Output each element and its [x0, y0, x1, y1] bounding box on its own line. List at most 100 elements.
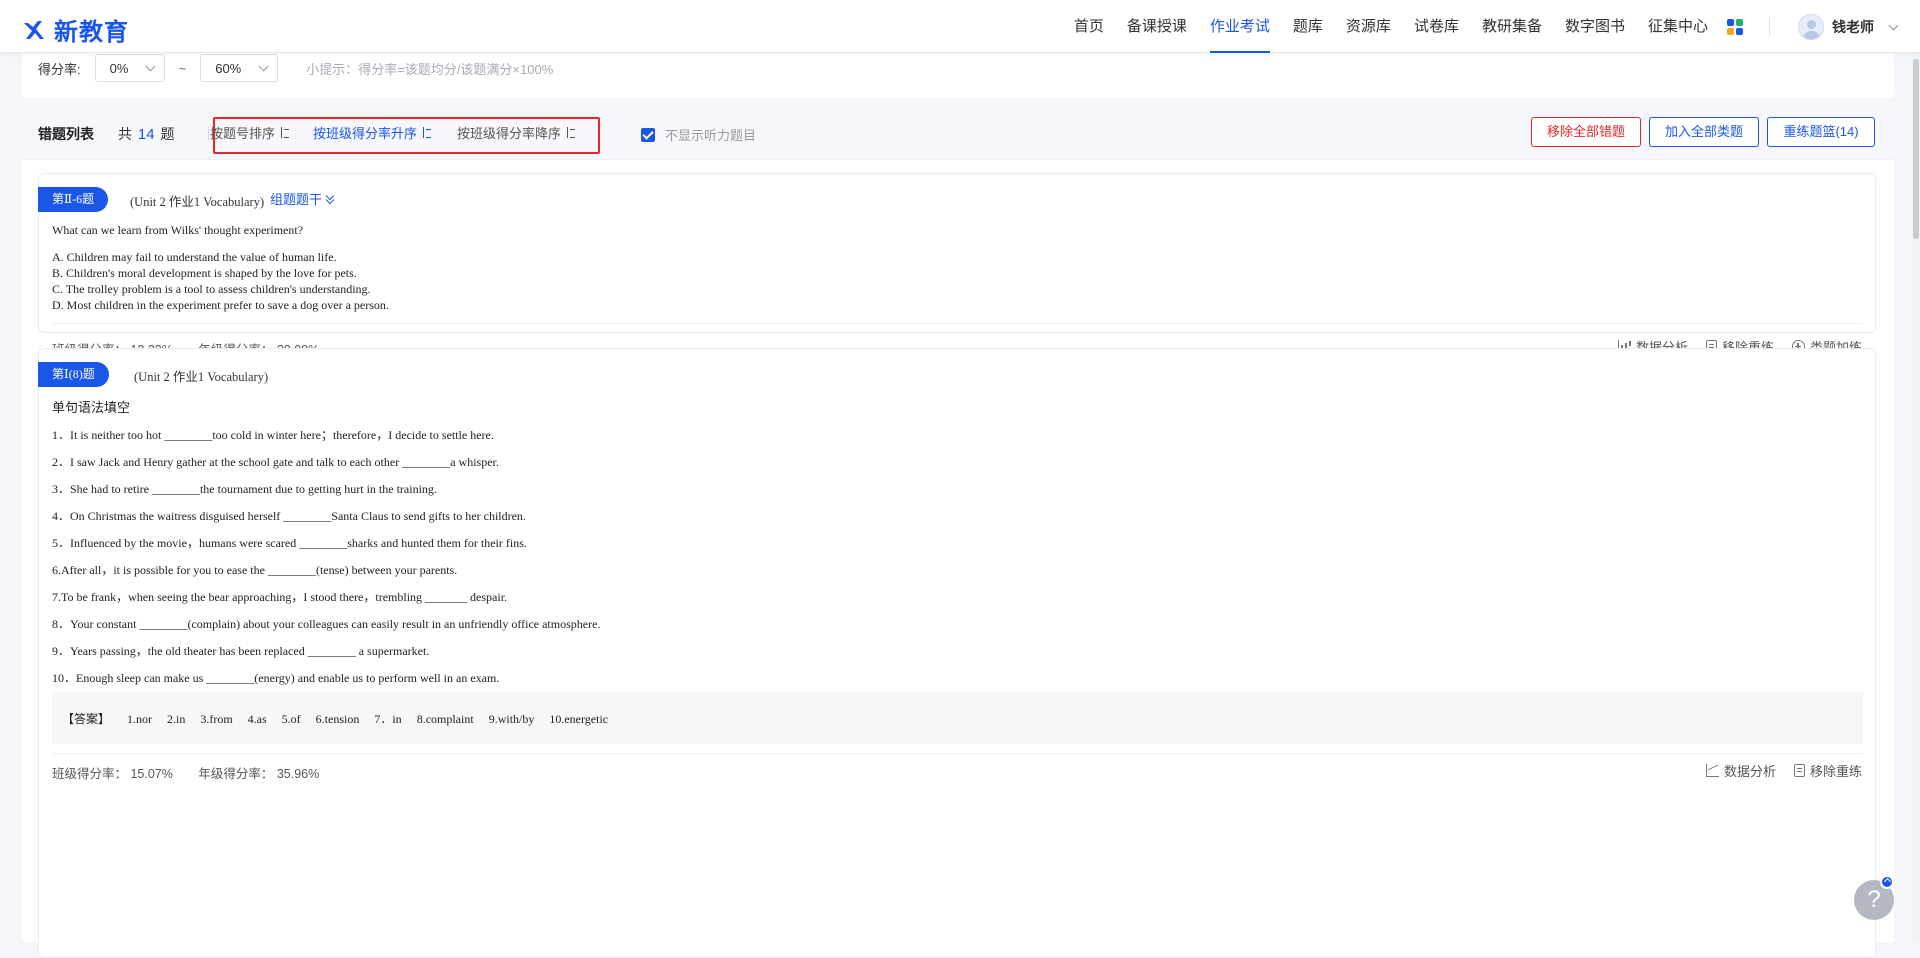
score-rate-from-value: 0% — [109, 60, 129, 76]
sort-icon — [566, 127, 576, 138]
score-rate-label: 得分率: — [38, 61, 81, 77]
score-rates: 班级得分率： 15.07% 年级得分率： 35.96% — [52, 763, 319, 782]
remove-retrain-label: 移除重练 — [1809, 764, 1862, 779]
wrong-question-list: 错题列表 共 14 题 按题号排序 按班级得分率升序 按班级得分率降序 不显示听… — [22, 108, 1894, 958]
trend-chart-icon — [1705, 764, 1719, 777]
user-name: 钱老师 — [1832, 19, 1874, 35]
nav-item-research[interactable]: 教研集备 — [1482, 0, 1542, 53]
hide-listening-toggle[interactable]: 不显示听力题目 — [641, 125, 756, 144]
score-rate-to-value: 60% — [215, 60, 242, 76]
apps-grid-icon[interactable] — [1727, 19, 1743, 35]
remove-retrain-button[interactable]: 移除重练 — [1793, 761, 1862, 780]
answer-item: 10.energetic — [549, 712, 609, 726]
nav-item-resources[interactable]: 资源库 — [1346, 0, 1391, 53]
fill-blank-line-9: 9．Years passing，the old theater has been… — [52, 644, 430, 658]
nav-item-digital-books[interactable]: 数字图书 — [1565, 0, 1625, 53]
question-number-tag: 第Ⅱ-6题 — [38, 187, 109, 212]
avatar — [1798, 14, 1824, 40]
answer-item: 6.tension — [315, 712, 360, 726]
question-meta: (Unit 2 作业1 Vocabulary) — [134, 370, 269, 384]
data-analysis-button[interactable]: 数据分析 — [1705, 761, 1776, 780]
fill-blank-line-1: 1．It is neither too hot ________too cold… — [52, 428, 494, 442]
nav-item-question-bank[interactable]: 题库 — [1293, 0, 1323, 53]
nav-item-collection-center[interactable]: 征集中心 — [1648, 0, 1708, 53]
group-stem-label: 组题题干 — [270, 192, 323, 207]
answer-item: 7．in — [374, 712, 402, 726]
question-card: 第Ⅰ(8)题 (Unit 2 作业1 Vocabulary) 单句语法填空 1．… — [38, 348, 1876, 958]
nav-divider — [1769, 18, 1770, 36]
question-subtitle: 单句语法填空 — [52, 400, 131, 415]
question-card: 第Ⅱ-6题 (Unit 2 作业1 Vocabulary) 组题题干 What … — [38, 173, 1876, 357]
answer-item: 8.complaint — [416, 712, 474, 726]
sort-by-class-rate-asc[interactable]: 按班级得分率升序 — [313, 123, 432, 142]
filter-panel: 得分率: 0% ~ 60% 小提示：得分率=该题均分/该题满分×100% — [22, 53, 1894, 98]
fill-blank-line-2: 2．I saw Jack and Henry gather at the sch… — [52, 455, 499, 469]
chevron-down-icon — [145, 61, 156, 72]
card-divider — [52, 753, 1862, 754]
sort-by-number[interactable]: 按题号排序 — [210, 123, 290, 142]
answer-item: 4.as — [247, 712, 267, 726]
top-navbar: 新教育 首页 备课授课 作业考试 题库 资源库 试卷库 教研集备 数字图书 征集… — [0, 0, 1920, 53]
chevron-down-icon — [1888, 20, 1899, 31]
remove-all-wrong-button[interactable]: 移除全部错题 — [1531, 117, 1641, 147]
user-menu[interactable]: 钱老师 — [1798, 14, 1899, 40]
count-value: 14 — [137, 126, 155, 143]
question-stem: What can we learn from Wilks' thought ex… — [52, 223, 304, 237]
chevron-down-icon — [258, 61, 269, 72]
question-count: 共 14 题 — [118, 124, 174, 144]
question-number-tag: 第Ⅰ(8)题 — [38, 362, 109, 387]
answer-item: 3.from — [200, 712, 233, 726]
nav-item-homework-exam[interactable]: 作业考试 — [1209, 0, 1270, 53]
option-a: A. Children may fail to understand the v… — [52, 250, 337, 264]
sort-by-class-rate-desc[interactable]: 按班级得分率降序 — [457, 123, 576, 142]
collapse-up-icon[interactable] — [1880, 875, 1894, 889]
main-nav: 首页 备课授课 作业考试 题库 资源库 试卷库 教研集备 数字图书 征集中心 — [1074, 0, 1708, 53]
logo-mark-icon — [24, 20, 44, 39]
class-score-rate: 班级得分率： 15.07% — [52, 767, 173, 781]
scrollbar-thumb[interactable] — [1913, 59, 1919, 239]
sort-icon — [422, 127, 432, 138]
document-icon — [1793, 764, 1805, 777]
nav-item-lesson-prep[interactable]: 备课授课 — [1127, 0, 1187, 53]
retrain-basket-button[interactable]: 重练题篮(14) — [1767, 117, 1875, 147]
grade-score-rate: 年级得分率： 35.96% — [198, 767, 320, 781]
sort-by-number-label: 按题号排序 — [210, 126, 276, 141]
sort-desc-label: 按班级得分率降序 — [457, 126, 562, 141]
add-all-similar-button[interactable]: 加入全部类题 — [1649, 117, 1759, 147]
logo-text: 新教育 — [54, 19, 129, 46]
answer-item: 2.in — [167, 712, 186, 726]
fill-blank-line-4: 4．On Christmas the waitress disguised he… — [52, 509, 526, 523]
range-tilde: ~ — [178, 60, 187, 76]
double-chevron-down-icon — [325, 194, 335, 204]
header-divider — [208, 127, 209, 141]
data-analysis-label: 数据分析 — [1723, 764, 1776, 779]
fill-blank-line-6: 6.After all，it is possible for you to ea… — [52, 563, 458, 577]
answer-box: 【答案】 1.nor 2.in 3.from 4.as 5.of 6.tensi… — [52, 692, 1863, 744]
score-rate-to-select[interactable]: 60% — [200, 54, 279, 82]
nav-item-home[interactable]: 首页 — [1074, 0, 1104, 53]
option-c: C. The trolley problem is a tool to asse… — [52, 282, 371, 296]
sort-asc-label: 按班级得分率升序 — [313, 126, 418, 141]
fill-blank-line-8: 8．Your constant ________(complain) about… — [52, 617, 601, 631]
card-divider — [52, 323, 1862, 324]
hide-listening-label: 不显示听力题目 — [665, 128, 757, 143]
option-b: B. Children's moral development is shape… — [52, 266, 357, 280]
fill-blank-line-5: 5．Influenced by the movie，humans were sc… — [52, 536, 527, 550]
answer-values: 1.nor 2.in 3.from 4.as 5.of 6.tension 7．… — [127, 710, 620, 727]
group-stem-toggle[interactable]: 组题题干 — [270, 189, 335, 208]
list-header: 错题列表 共 14 题 按题号排序 按班级得分率升序 按班级得分率降序 不显示听… — [22, 108, 1894, 160]
option-d: D. Most children in the experiment prefe… — [52, 298, 389, 312]
fill-blank-line-3: 3．She had to retire ________the tourname… — [52, 482, 437, 496]
list-title: 错题列表 — [38, 126, 94, 142]
nav-item-paper-library[interactable]: 试卷库 — [1414, 0, 1459, 53]
checkbox-checked-icon[interactable] — [641, 127, 655, 142]
score-rate-from-select[interactable]: 0% — [94, 54, 165, 82]
count-suffix: 题 — [160, 126, 175, 142]
count-prefix: 共 — [118, 126, 132, 142]
answer-item: 1.nor — [127, 712, 152, 726]
score-rate-hint: 小提示：得分率=该题均分/该题满分×100% — [306, 61, 554, 77]
page-scrollbar[interactable] — [1912, 53, 1920, 942]
logo[interactable]: 新教育 — [22, 12, 129, 47]
answer-item: 9.with/by — [488, 712, 535, 726]
fill-blank-line-10: 10．Enough sleep can make us ________(ene… — [52, 671, 500, 685]
